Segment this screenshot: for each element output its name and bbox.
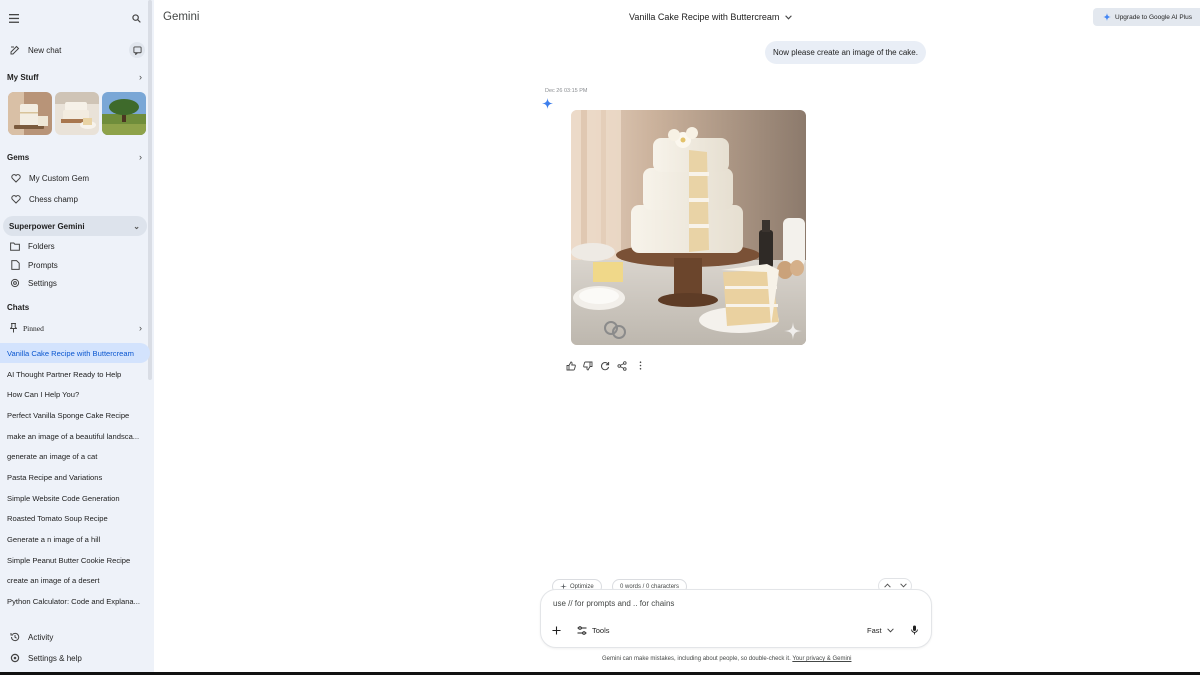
prompt-composer: Tools Fast	[540, 589, 932, 648]
superpower-item-folders[interactable]: Folders	[8, 239, 158, 253]
superpower-item-label: Prompts	[28, 260, 58, 270]
chat-title-dropdown[interactable]: Vanilla Cake Recipe with Buttercream	[629, 12, 793, 22]
thumbs-up-icon[interactable]	[565, 360, 576, 371]
microphone-icon	[911, 625, 918, 635]
chat-item[interactable]: generate an image of a cat	[0, 446, 150, 466]
regenerate-icon[interactable]	[599, 360, 610, 371]
my-stuff-thumbnail-cake[interactable]	[8, 92, 52, 135]
settings-help-button[interactable]: Settings & help	[8, 651, 158, 665]
folder-icon	[8, 239, 22, 253]
chevron-right-icon[interactable]: ›	[139, 72, 142, 82]
superpower-item-prompts[interactable]: Prompts	[8, 258, 158, 272]
chat-title: Vanilla Cake Recipe with Buttercream	[629, 12, 780, 22]
pinned-label: Pinned	[23, 323, 44, 333]
temporary-chat-icon[interactable]	[129, 42, 145, 58]
thumbs-down-icon[interactable]	[582, 360, 593, 371]
chats-heading: Chats	[7, 303, 30, 312]
more-vert-icon[interactable]	[635, 360, 646, 371]
activity-label: Activity	[28, 632, 54, 642]
privacy-link[interactable]: Your privacy & Gemini	[792, 656, 851, 662]
my-stuff-thumbnail-cake-slice[interactable]	[55, 92, 99, 135]
gem-heart-icon	[9, 171, 23, 185]
chat-item[interactable]: Perfect Vanilla Sponge Cake Recipe	[0, 405, 150, 425]
tools-button[interactable]: Tools	[577, 626, 610, 635]
sparkle-icon	[1103, 13, 1111, 21]
chat-item[interactable]: Python Calculator: Code and Explana...	[0, 591, 150, 611]
chat-item[interactable]: Generate a n image of a hill	[0, 529, 150, 549]
gem-item-chess-champ[interactable]: Chess champ	[9, 192, 159, 206]
gem-label: Chess champ	[29, 194, 78, 204]
chat-item[interactable]: AI Thought Partner Ready to Help	[0, 364, 150, 384]
gear-icon	[8, 651, 22, 665]
chevron-down-icon: ⌄	[133, 221, 140, 231]
superpower-gemini-label: Superpower Gemini	[9, 221, 85, 231]
menu-icon[interactable]	[8, 12, 20, 24]
gem-label: My Custom Gem	[29, 173, 90, 183]
prompt-input[interactable]	[553, 599, 893, 608]
gear-icon	[8, 276, 22, 290]
gem-item-my-custom-gem[interactable]: My Custom Gem	[9, 171, 159, 185]
chat-item[interactable]: How Can I Help You?	[0, 384, 150, 404]
my-stuff-thumbnail-landscape[interactable]	[102, 92, 146, 135]
settings-help-label: Settings & help	[28, 653, 82, 663]
gems-heading[interactable]: Gems	[7, 153, 29, 162]
chat-item[interactable]: make an image of a beautiful landsca...	[0, 426, 150, 446]
new-chat-label: New chat	[28, 45, 62, 55]
chat-item[interactable]: create an image of a desert	[0, 570, 150, 590]
history-icon	[8, 630, 22, 644]
gem-heart-icon	[9, 192, 23, 206]
microphone-button[interactable]	[911, 625, 918, 635]
document-icon	[8, 258, 22, 272]
upgrade-button[interactable]: Upgrade to Google AI Plus	[1093, 8, 1200, 26]
response-timestamp: Dec 26 03:15 PM	[545, 88, 588, 94]
pin-icon	[9, 321, 18, 335]
user-message-bubble: Now please create an image of the cake.	[765, 41, 926, 64]
plus-icon	[552, 626, 561, 635]
pinned-section[interactable]: Pinned	[9, 321, 159, 335]
chevron-right-icon[interactable]: ›	[139, 323, 142, 333]
model-mode-label: Fast	[867, 626, 882, 635]
chevron-down-icon	[785, 14, 793, 20]
chat-item-active[interactable]: Vanilla Cake Recipe with Buttercream	[0, 343, 150, 363]
response-actions	[565, 360, 646, 371]
gemini-sparkle-icon	[542, 98, 553, 109]
upgrade-label: Upgrade to Google AI Plus	[1115, 13, 1192, 21]
superpower-gemini-section[interactable]: Superpower Gemini ⌄	[3, 216, 147, 236]
superpower-item-label: Folders	[28, 241, 55, 251]
chevron-right-icon[interactable]: ›	[139, 152, 142, 162]
disclaimer-text: Gemini can make mistakes, including abou…	[602, 656, 791, 662]
edit-icon	[8, 43, 22, 57]
share-icon[interactable]	[616, 360, 627, 371]
my-stuff-heading[interactable]: My Stuff	[7, 73, 39, 82]
superpower-item-settings[interactable]: Settings	[8, 276, 158, 290]
model-mode-dropdown[interactable]: Fast	[867, 626, 894, 635]
chat-item[interactable]: Simple Website Code Generation	[0, 488, 150, 508]
search-icon[interactable]	[130, 12, 142, 24]
disclaimer: Gemini can make mistakes, including abou…	[602, 656, 851, 662]
add-button[interactable]	[552, 626, 561, 635]
superpower-item-label: Settings	[28, 278, 57, 288]
sidebar: New chat My Stuff › Gems › My Custom Gem…	[0, 0, 154, 675]
chevron-down-icon	[886, 628, 894, 633]
app-brand[interactable]: Gemini	[163, 11, 199, 23]
user-message-text: Now please create an image of the cake.	[773, 48, 918, 57]
activity-button[interactable]: Activity	[8, 630, 158, 644]
chat-item[interactable]: Roasted Tomato Soup Recipe	[0, 508, 150, 528]
chat-item[interactable]: Simple Peanut Butter Cookie Recipe	[0, 550, 150, 570]
tools-label: Tools	[592, 626, 610, 635]
chat-item[interactable]: Pasta Recipe and Variations	[0, 467, 150, 487]
tune-icon	[577, 626, 587, 635]
generated-cake-image[interactable]	[571, 110, 806, 345]
